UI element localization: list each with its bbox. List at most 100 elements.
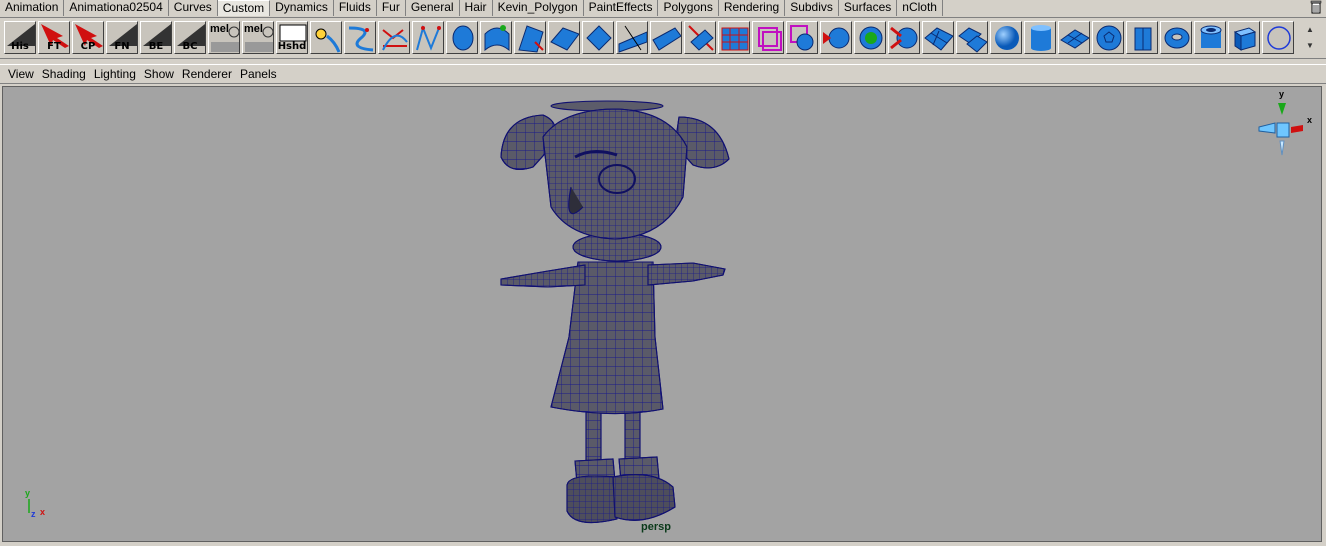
birail-button[interactable] bbox=[582, 21, 614, 54]
trash-icon[interactable] bbox=[1310, 0, 1322, 14]
menu-panels[interactable]: Panels bbox=[236, 65, 281, 83]
menu-view[interactable]: View bbox=[4, 65, 38, 83]
fn-label: FN bbox=[114, 41, 130, 52]
poly-soccer-button[interactable] bbox=[1092, 21, 1124, 54]
square-surface-icon bbox=[652, 27, 681, 51]
cluster-button[interactable] bbox=[786, 21, 818, 54]
extrude-button[interactable] bbox=[548, 21, 580, 54]
pipe-icon bbox=[1200, 25, 1222, 48]
prism-icon bbox=[1134, 27, 1152, 51]
shelf-tab-kevin_polygon[interactable]: Kevin_Polygon bbox=[493, 0, 584, 16]
bevel-button[interactable] bbox=[684, 21, 716, 54]
plane-button[interactable] bbox=[922, 21, 954, 54]
light-icon bbox=[315, 28, 341, 53]
poly-prism-button[interactable] bbox=[1126, 21, 1158, 54]
curve-icon bbox=[348, 26, 374, 52]
planar-button[interactable] bbox=[514, 21, 546, 54]
ep-curve-button[interactable] bbox=[412, 21, 444, 54]
green-sphere-icon bbox=[859, 26, 883, 50]
shelf-tab-hair[interactable]: Hair bbox=[460, 0, 493, 16]
shelf-tab-general[interactable]: General bbox=[406, 0, 460, 16]
shelf-tab-curves[interactable]: Curves bbox=[169, 0, 218, 16]
cylinder-icon bbox=[1031, 25, 1051, 51]
history-button[interactable]: His bbox=[4, 21, 36, 54]
poly-sphere-button[interactable] bbox=[990, 21, 1022, 54]
curve-edit-button[interactable] bbox=[344, 21, 376, 54]
script-icon bbox=[211, 26, 239, 52]
perspective-viewport[interactable]: y x y z x persp bbox=[2, 86, 1322, 542]
hshd-button[interactable]: Hshd bbox=[276, 21, 308, 54]
history-label: His bbox=[11, 41, 29, 52]
plane-icon bbox=[924, 27, 953, 51]
revolve-button[interactable] bbox=[446, 21, 478, 54]
character-mesh bbox=[500, 100, 730, 524]
extrude-icon bbox=[550, 27, 579, 51]
boundary-button[interactable] bbox=[616, 21, 648, 54]
split-button[interactable] bbox=[888, 21, 920, 54]
circle-button[interactable] bbox=[1262, 21, 1294, 54]
sculpt-icon bbox=[823, 27, 850, 49]
cp-button[interactable]: CP bbox=[72, 21, 104, 54]
mel-script-button-1[interactable]: mel bbox=[208, 21, 240, 54]
shelf: His FT CP FN BE BC mel mel Hshd ▲ ▼ bbox=[0, 18, 1326, 59]
camera-label: persp bbox=[641, 521, 671, 533]
cluster-icon bbox=[790, 25, 814, 51]
shelf-tab-painteffects[interactable]: PaintEffects bbox=[584, 0, 659, 16]
shelf-scroll-arrows[interactable]: ▲ ▼ bbox=[1304, 22, 1316, 54]
poly-plane-button[interactable] bbox=[1058, 21, 1090, 54]
mel-script-button-2[interactable]: mel bbox=[242, 21, 274, 54]
boundary-icon bbox=[618, 25, 647, 53]
lattice-button[interactable] bbox=[752, 21, 784, 54]
ep-curve-icon bbox=[416, 24, 441, 51]
be-button[interactable]: BE bbox=[140, 21, 172, 54]
combine-button[interactable] bbox=[956, 21, 988, 54]
menu-shading[interactable]: Shading bbox=[38, 65, 90, 83]
origin-y-label: y bbox=[25, 488, 30, 498]
origin-z-label: z bbox=[31, 509, 36, 519]
sculpt-button[interactable] bbox=[820, 21, 852, 54]
cp-label: CP bbox=[80, 41, 96, 52]
fn-button[interactable]: FN bbox=[106, 21, 138, 54]
combine-icon bbox=[958, 27, 987, 53]
script-icon bbox=[245, 26, 273, 52]
bc-label: BC bbox=[182, 41, 198, 52]
menu-show[interactable]: Show bbox=[140, 65, 178, 83]
light-tool-button[interactable] bbox=[310, 21, 342, 54]
poly-torus-button[interactable] bbox=[1160, 21, 1192, 54]
view-axis-gizmo[interactable]: y x bbox=[1255, 89, 1319, 161]
shelf-tab-fluids[interactable]: Fluids bbox=[334, 0, 377, 16]
shelf-tab-ncloth[interactable]: nCloth bbox=[897, 0, 943, 16]
loft-icon bbox=[484, 25, 510, 52]
be-label: BE bbox=[148, 41, 164, 52]
poly-pipe-button[interactable] bbox=[1194, 21, 1226, 54]
square-surface-button[interactable] bbox=[650, 21, 682, 54]
shelf-tab-fur[interactable]: Fur bbox=[377, 0, 406, 16]
poly-cube-button[interactable] bbox=[1228, 21, 1260, 54]
bc-button[interactable]: BC bbox=[174, 21, 206, 54]
cv-curve-button[interactable] bbox=[378, 21, 410, 54]
bevel-icon bbox=[688, 25, 714, 51]
origin-x-label: x bbox=[40, 507, 45, 517]
shelf-tab-animationa02504[interactable]: Animationa02504 bbox=[64, 0, 169, 16]
menu-renderer[interactable]: Renderer bbox=[178, 65, 236, 83]
shelf-tab-dynamics[interactable]: Dynamics bbox=[270, 0, 334, 16]
birail-icon bbox=[586, 25, 612, 51]
menu-lighting[interactable]: Lighting bbox=[90, 65, 140, 83]
grid-surface-button[interactable] bbox=[718, 21, 750, 54]
shelf-tab-polygons[interactable]: Polygons bbox=[658, 0, 719, 16]
shelf-tab-rendering[interactable]: Rendering bbox=[719, 0, 786, 16]
shelf-tab-animation[interactable]: Animation bbox=[0, 0, 65, 16]
split-icon bbox=[890, 26, 918, 50]
ft-button[interactable]: FT bbox=[38, 21, 70, 54]
ft-label: FT bbox=[47, 41, 61, 52]
shelf-tab-subdivs[interactable]: Subdivs bbox=[785, 0, 839, 16]
shelf-tab-custom[interactable]: Custom bbox=[217, 0, 271, 16]
origin-axis-indicator: y z x bbox=[25, 488, 45, 519]
torus-icon bbox=[1164, 27, 1190, 49]
revolve-icon bbox=[452, 25, 474, 51]
shelf-tab-surfaces[interactable]: Surfaces bbox=[839, 0, 898, 16]
poly-cylinder-button[interactable] bbox=[1024, 21, 1056, 54]
loft-button[interactable] bbox=[480, 21, 512, 54]
grid-surface-icon bbox=[721, 27, 749, 51]
nurbs-sphere-button[interactable] bbox=[854, 21, 886, 54]
